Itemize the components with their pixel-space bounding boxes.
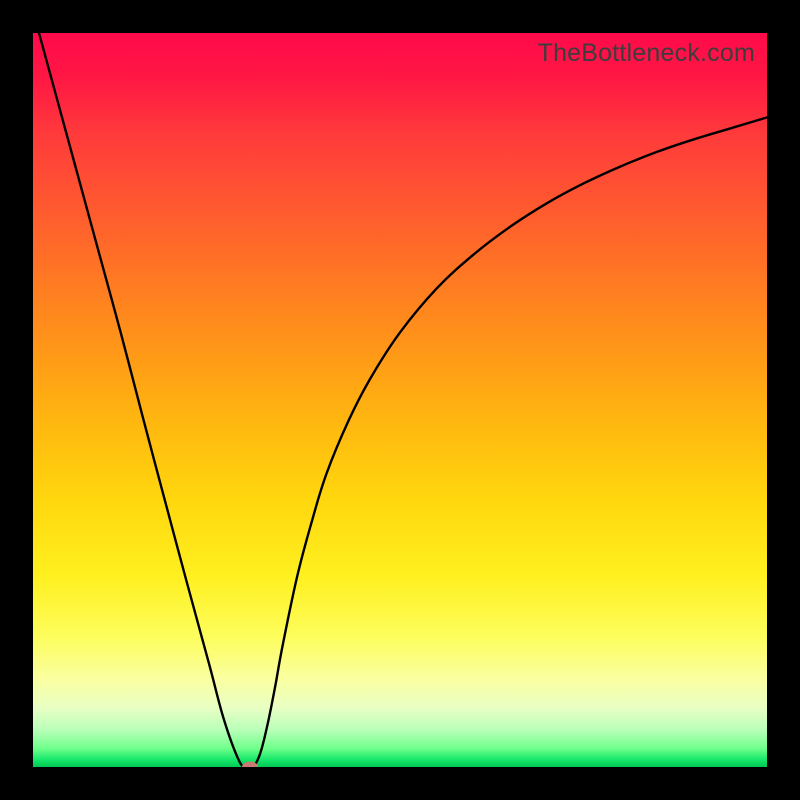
plot-area: TheBottleneck.com bbox=[33, 33, 767, 767]
minimum-marker bbox=[242, 762, 258, 768]
bottleneck-curve bbox=[33, 33, 767, 767]
chart-frame: TheBottleneck.com bbox=[0, 0, 800, 800]
watermark-text: TheBottleneck.com bbox=[538, 39, 755, 68]
